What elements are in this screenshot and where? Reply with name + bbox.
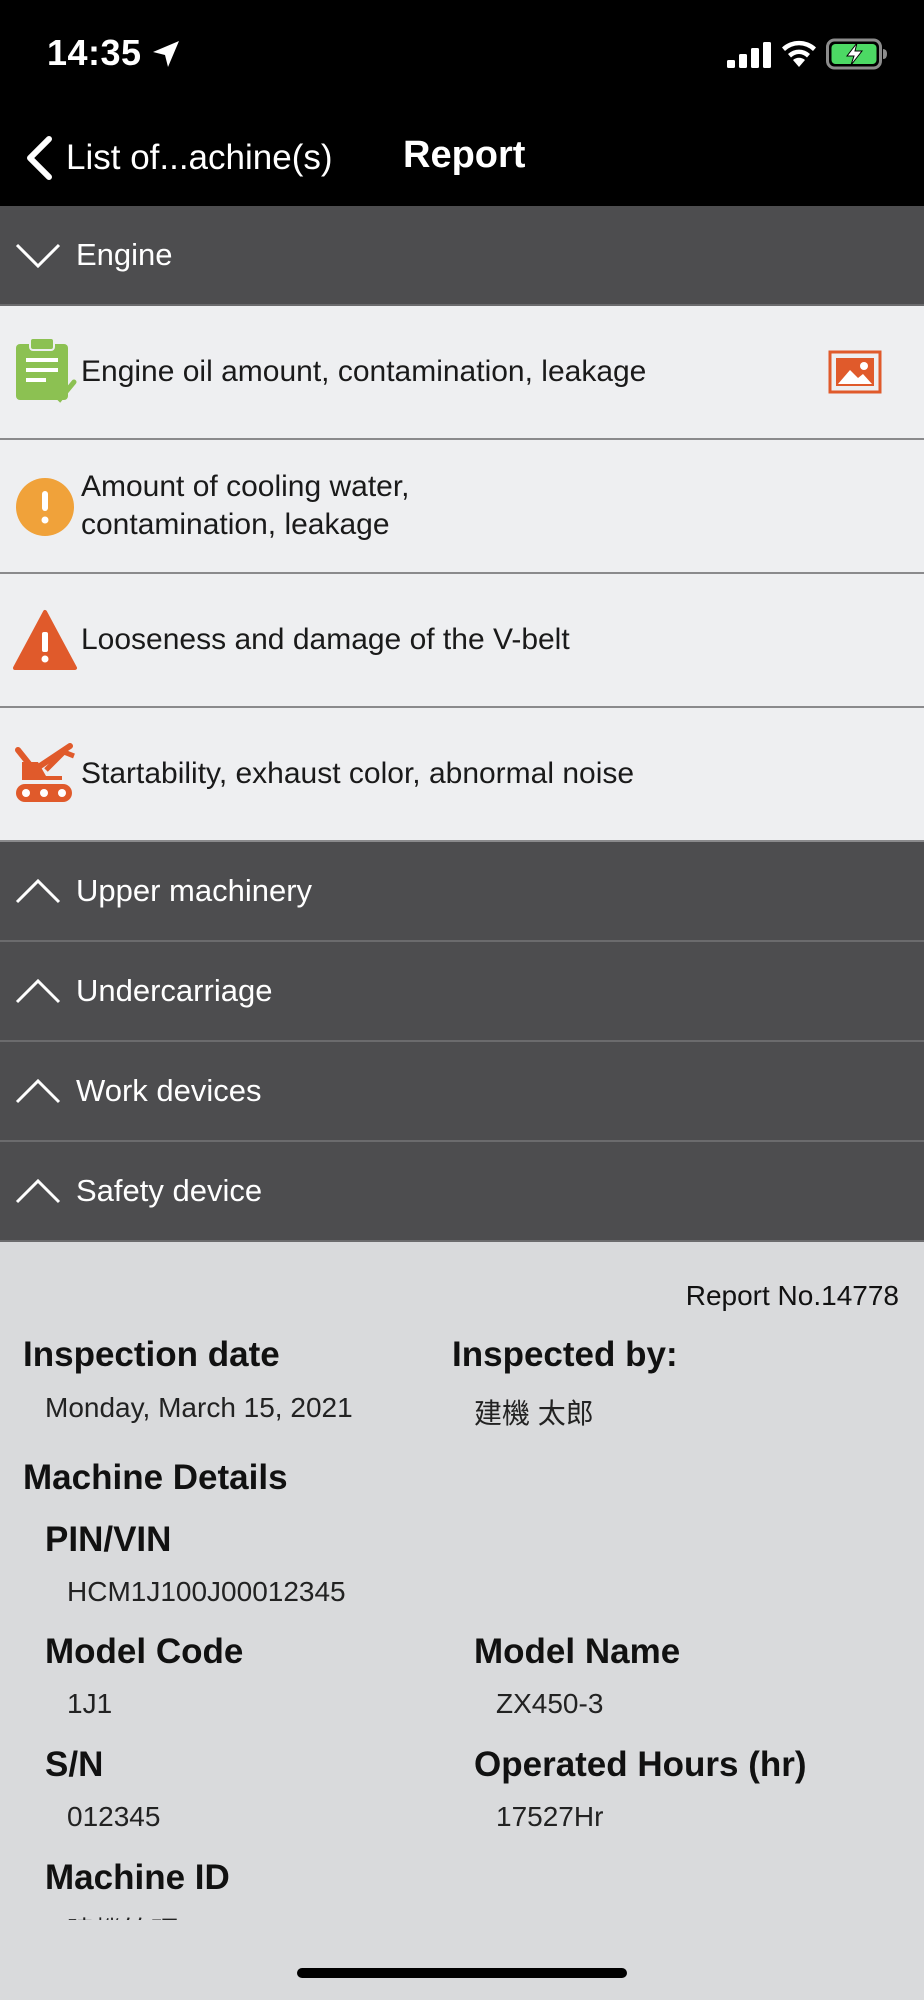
- operated-hours-value: 17527Hr: [496, 1801, 604, 1832]
- chevron-up-icon: [15, 1178, 61, 1204]
- battery-charging-icon: [826, 38, 887, 70]
- pin-value: HCM1J100J00012345: [67, 1576, 346, 1607]
- sn-label: S/N: [45, 1745, 104, 1784]
- cellular-signal-icon: [727, 42, 771, 68]
- item-label: Startability, exhaust color, abnormal no…: [81, 757, 635, 790]
- inspected-by-label: Inspected by:: [452, 1335, 678, 1374]
- scroll-clip: [0, 1920, 924, 2000]
- status-time: 14:35: [47, 32, 142, 73]
- inspection-item-v-belt[interactable]: Looseness and damage of the V-belt: [0, 574, 924, 708]
- section-label: Safety device: [76, 1173, 263, 1208]
- section-upper-machinery[interactable]: Upper machinery: [0, 842, 924, 942]
- item-label-line: Amount of cooling water,: [81, 470, 410, 503]
- model-name-value: ZX450-3: [496, 1688, 604, 1719]
- machine-stop-icon: [15, 743, 75, 802]
- clipboard-check-icon: [16, 337, 77, 403]
- section-engine[interactable]: Engine: [0, 206, 924, 306]
- inspection-item-cooling-water[interactable]: Amount of cooling water, contamination, …: [0, 440, 924, 574]
- inspection-date-value: Monday, March 15, 2021: [45, 1392, 353, 1423]
- section-label: Upper machinery: [76, 873, 313, 908]
- location-arrow-icon: [153, 41, 179, 67]
- model-name-label: Model Name: [474, 1632, 681, 1671]
- inspection-item-startability[interactable]: Startability, exhaust color, abnormal no…: [0, 708, 924, 842]
- machine-id-label: Machine ID: [45, 1858, 230, 1897]
- section-label: Engine: [76, 237, 173, 272]
- report-number: Report No.14778: [685, 1280, 899, 1311]
- item-label: Engine oil amount, contamination, leakag…: [81, 355, 647, 388]
- section-work-devices[interactable]: Work devices: [0, 1042, 924, 1142]
- top-bar: 14:35 List of...achine(s) Report: [0, 0, 924, 206]
- operated-hours-label: Operated Hours (hr): [474, 1745, 807, 1784]
- chevron-up-icon: [15, 1078, 61, 1104]
- section-label: Work devices: [76, 1073, 262, 1108]
- model-code-value: 1J1: [67, 1688, 113, 1719]
- chevron-up-icon: [15, 978, 61, 1004]
- machine-details-heading: Machine Details: [23, 1458, 288, 1497]
- chevron-down-icon: [15, 243, 61, 269]
- page-title: Report: [403, 134, 526, 176]
- pin-label: PIN/VIN: [45, 1520, 172, 1559]
- model-code-label: Model Code: [45, 1632, 244, 1671]
- chevron-up-icon: [15, 878, 61, 904]
- inspected-by-value: 建機 太郎: [474, 1398, 594, 1429]
- report-screen: 14:35 List of...achine(s) Report Engine …: [0, 0, 924, 2000]
- section-label: Undercarriage: [76, 973, 273, 1008]
- sn-value: 012345: [67, 1801, 161, 1832]
- photo-icon[interactable]: [828, 350, 882, 394]
- inspection-date-label: Inspection date: [23, 1335, 280, 1374]
- section-undercarriage[interactable]: Undercarriage: [0, 942, 924, 1042]
- item-label: Looseness and damage of the V-belt: [81, 623, 570, 656]
- inspection-item-engine-oil[interactable]: Engine oil amount, contamination, leakag…: [0, 306, 924, 440]
- chevron-left-icon: [27, 136, 52, 180]
- item-label-line: contamination, leakage: [81, 508, 390, 541]
- section-safety-device[interactable]: Safety device: [0, 1142, 924, 1242]
- wifi-icon: [782, 40, 816, 67]
- warning-circle-icon: [16, 478, 74, 536]
- back-label: List of...achine(s): [66, 138, 333, 177]
- warning-triangle-icon: [13, 610, 77, 670]
- home-indicator[interactable]: [297, 1968, 627, 1978]
- item-label: Amount of cooling water, contamination, …: [81, 468, 410, 544]
- back-button[interactable]: List of...achine(s): [22, 130, 333, 186]
